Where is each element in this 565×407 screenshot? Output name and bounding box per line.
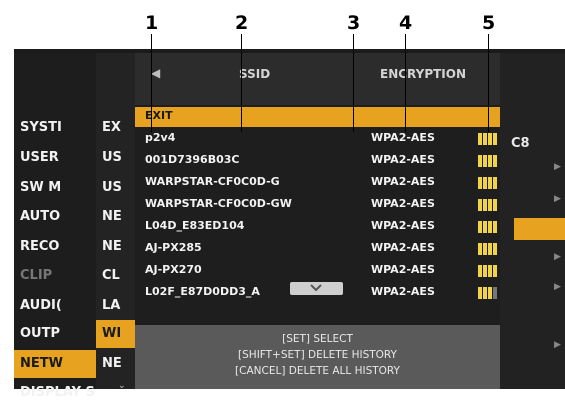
encryption-value: WPA2-AES — [371, 197, 435, 210]
submenu-arrow-icon: ▶ — [554, 252, 561, 262]
signal-strength-icon — [478, 243, 497, 255]
signal-strength-icon — [478, 287, 497, 299]
callout-1-leader — [151, 34, 152, 132]
chevron-down-icon: ⌄ — [118, 381, 126, 391]
ssid-row[interactable]: AJ-PX285 WPA2-AES — [135, 239, 500, 259]
submenu-arrow-icon: ▶ — [554, 162, 561, 172]
callout-2: 2 — [235, 12, 249, 34]
callout-1: 1 — [145, 12, 159, 34]
right-selection-highlight — [514, 218, 565, 240]
signal-strength-icon — [478, 265, 497, 277]
callout-5: 5 — [482, 12, 496, 34]
encryption-value: WPA2-AES — [371, 241, 435, 254]
ssid-name: WARPSTAR-CF0C0D-GW — [145, 197, 292, 210]
help-set-select: [SET] SELECT — [282, 333, 353, 345]
scroll-down-button[interactable] — [290, 282, 343, 295]
signal-strength-icon — [478, 199, 497, 211]
callout-3-leader — [353, 34, 354, 132]
ssid-row[interactable]: AJ-PX270 WPA2-AES — [135, 261, 500, 281]
submenu-arrow-icon: ▶ — [554, 194, 561, 204]
encryption-value: WPA2-AES — [371, 285, 435, 298]
ssid-row[interactable]: WARPSTAR-CF0C0D-GW WPA2-AES — [135, 195, 500, 215]
right-panel-text: C8 — [511, 136, 530, 151]
ssid-name: p2v4 — [145, 131, 176, 144]
callout-3: 3 — [347, 12, 361, 34]
ssid-name: L04D_E83ED104 — [145, 219, 245, 232]
ssid-name: 001D7396B03C — [145, 153, 240, 166]
ssid-row[interactable]: WARPSTAR-CF0C0D-G WPA2-AES — [135, 173, 500, 193]
ssid-name: AJ-PX285 — [145, 241, 202, 254]
ssid-column-header: SSID — [239, 67, 271, 81]
callout-4-leader — [405, 34, 406, 132]
ssid-name: AJ-PX270 — [145, 263, 202, 276]
signal-strength-icon — [478, 177, 497, 189]
encryption-column-header: ENCRYPTION — [380, 67, 467, 81]
ssid-row[interactable]: 001D7396B03C WPA2-AES — [135, 151, 500, 171]
dialog-header: ◀ SSID ENCRYPTION — [135, 53, 500, 98]
ssid-name: L02F_E87D0DD3_A — [145, 285, 260, 298]
ssid-select-dialog: ◀ SSID ENCRYPTION EXIT p2v4 WPA2-AES 001… — [135, 53, 500, 389]
submenu-arrow-icon: ▶ — [554, 282, 561, 292]
help-panel: [SET] SELECT [SHIFT+SET] DELETE HISTORY … — [135, 325, 500, 389]
signal-strength-icon — [478, 155, 497, 167]
ssid-list: EXIT p2v4 WPA2-AES 001D7396B03C WPA2-AES… — [135, 105, 500, 353]
ssid-name: WARPSTAR-CF0C0D-G — [145, 175, 280, 188]
back-arrow-icon[interactable]: ◀ — [151, 66, 160, 80]
help-delete-all: [CANCEL] DELETE ALL HISTORY — [235, 365, 400, 377]
signal-strength-icon — [478, 221, 497, 233]
ssid-row[interactable]: L04D_E83ED104 WPA2-AES — [135, 217, 500, 237]
callout-5-leader — [488, 34, 489, 132]
help-delete-history: [SHIFT+SET] DELETE HISTORY — [238, 349, 397, 361]
submenu-arrow-icon: ▶ — [554, 340, 561, 350]
callout-2-leader — [241, 34, 242, 132]
exit-label: EXIT — [145, 109, 173, 122]
encryption-value: WPA2-AES — [371, 131, 435, 144]
chevron-down-icon — [310, 284, 322, 292]
exit-row[interactable]: EXIT — [135, 107, 500, 127]
encryption-value: WPA2-AES — [371, 153, 435, 166]
encryption-value: WPA2-AES — [371, 175, 435, 188]
encryption-value: WPA2-AES — [371, 263, 435, 276]
callout-4: 4 — [399, 12, 413, 34]
ssid-row[interactable]: p2v4 WPA2-AES — [135, 129, 500, 149]
signal-strength-icon — [478, 133, 497, 145]
encryption-value: WPA2-AES — [371, 219, 435, 232]
